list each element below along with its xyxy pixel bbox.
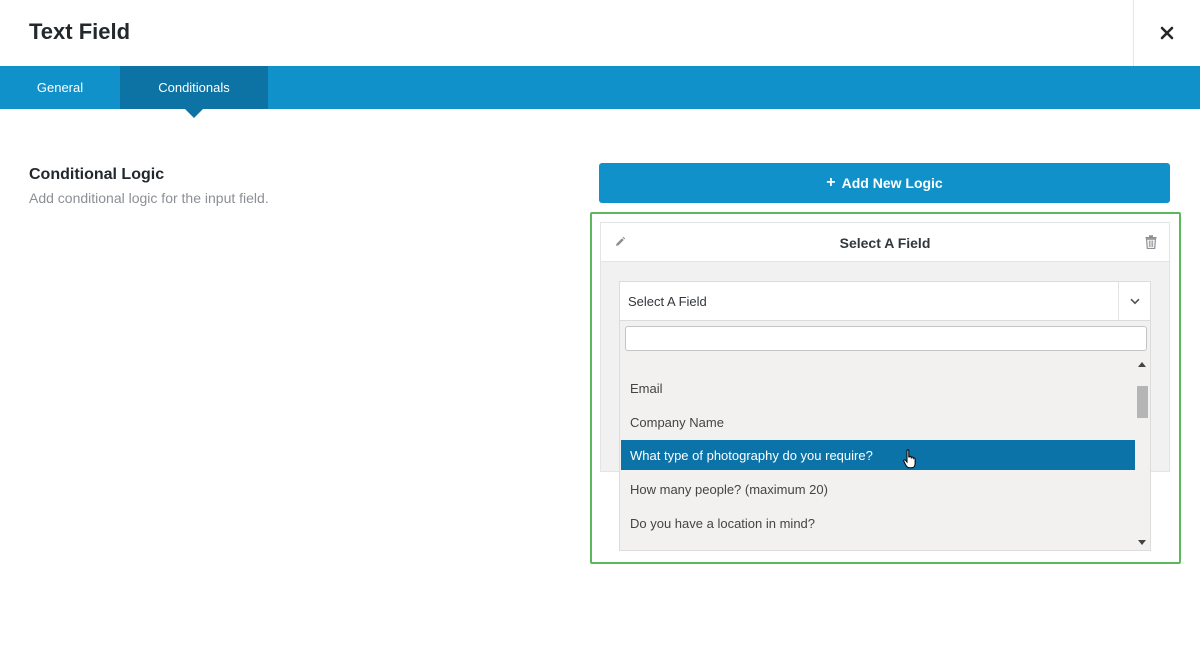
scroll-thumb[interactable] [1137,386,1148,418]
option-label: Do you have a location in mind? [630,515,816,531]
tab-general-label: General [36,80,84,95]
tab-bar: General Conditionals [0,66,1200,109]
option-photography-type[interactable]: What type of photography do you require? [621,440,1135,470]
logic-panel-header: Select A Field [601,223,1169,262]
option-label: How many people? (maximum 20) [630,481,828,497]
dropdown-scrollbar[interactable] [1135,357,1149,550]
option-company-name[interactable]: Company Name [621,407,1135,437]
options-list: Email Company Name What type of photogra… [621,357,1135,550]
active-tab-pointer [185,109,203,118]
add-new-logic-button[interactable]: + Add New Logic [599,163,1170,203]
dropdown-search-input[interactable] [625,326,1147,351]
option-label: Company Name [630,414,724,430]
close-icon [1160,26,1174,40]
modal-title: Text Field [29,19,131,44]
tab-conditionals[interactable]: Conditionals [120,66,268,109]
option-label: Email [630,380,663,396]
option-email[interactable]: Email [621,373,1135,403]
tab-general[interactable]: General [0,66,120,109]
tab-conditionals-label: Conditionals [158,80,230,95]
field-dropdown: Email Company Name What type of photogra… [619,321,1151,551]
modal-header: Text Field [0,0,1200,66]
scroll-down-arrow-icon[interactable] [1138,540,1146,545]
option-label: What type of photography do you require? [630,447,873,463]
hand-cursor-icon [903,449,917,474]
option-location[interactable]: Do you have a location in mind? [621,508,1135,538]
logic-panel-title: Select A Field [839,235,931,251]
add-new-logic-label: Add New Logic [841,175,943,191]
trash-icon[interactable] [1145,235,1157,254]
plus-icon: + [826,174,836,191]
option-how-many-people[interactable]: How many people? (maximum 20) [621,474,1135,504]
section-description: Add conditional logic for the input fiel… [29,190,269,206]
section-title: Conditional Logic [29,166,165,183]
field-select-value: Select A Field [628,294,707,309]
close-button[interactable] [1133,0,1200,66]
scroll-up-arrow-icon[interactable] [1138,362,1146,367]
chevron-down-icon[interactable] [1118,282,1150,320]
field-select[interactable]: Select A Field [619,281,1151,321]
